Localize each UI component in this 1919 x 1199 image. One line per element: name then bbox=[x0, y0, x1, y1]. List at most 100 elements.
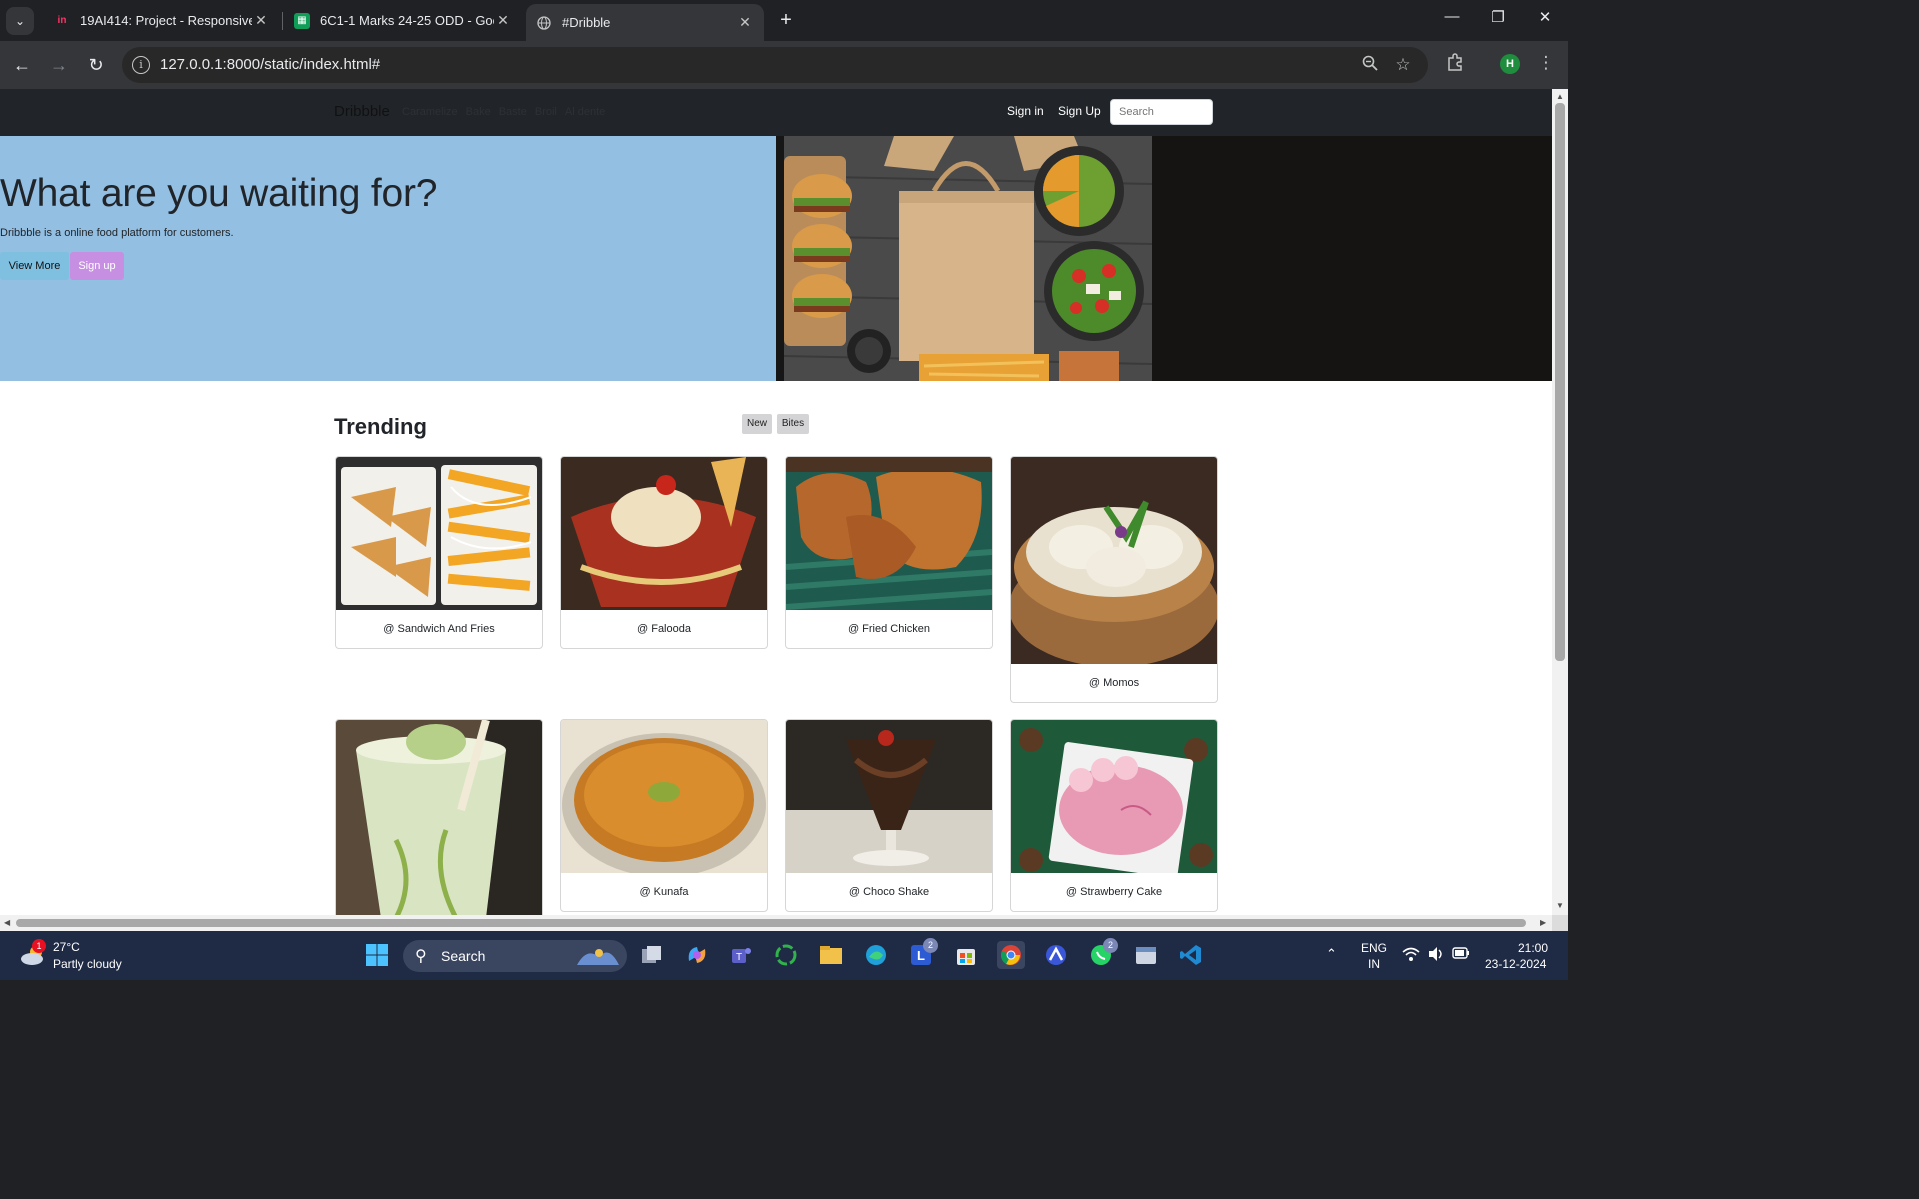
arc-app-icon[interactable] bbox=[1042, 941, 1070, 969]
invision-icon: in bbox=[57, 15, 67, 26]
language-region[interactable]: IN bbox=[1368, 957, 1380, 971]
food-card[interactable]: @ Fried Chicken bbox=[785, 456, 993, 649]
file-explorer-icon[interactable] bbox=[817, 941, 845, 969]
tab-separator bbox=[282, 12, 283, 30]
tab-dribble[interactable]: #Dribble ✕ bbox=[526, 4, 764, 41]
vertical-scrollbar[interactable]: ▲ ▼ bbox=[1552, 89, 1568, 915]
food-card[interactable] bbox=[335, 719, 543, 915]
tab-project[interactable]: in 19AI414: Project - Responsive W ✕ bbox=[44, 0, 280, 41]
svg-text:T: T bbox=[736, 952, 742, 963]
hero-subtitle: Dribbble is a online food platform for c… bbox=[0, 227, 234, 239]
close-window-icon[interactable]: ✕ bbox=[1533, 8, 1557, 26]
site-nav-links: Caramelize Bake Baste Broil Al dente bbox=[402, 106, 605, 118]
filter-new-button[interactable]: New bbox=[742, 414, 772, 434]
filter-bites-button[interactable]: Bites bbox=[777, 414, 809, 434]
food-card[interactable]: @ Choco Shake bbox=[785, 719, 993, 912]
food-card[interactable]: @ Sandwich And Fries bbox=[335, 456, 543, 649]
nav-link-broil[interactable]: Broil bbox=[535, 106, 557, 118]
site-brand[interactable]: Dribbble bbox=[334, 103, 390, 120]
nav-link-bake[interactable]: Bake bbox=[466, 106, 491, 118]
horizontal-scrollbar[interactable]: ◀ ▶ bbox=[0, 915, 1552, 931]
food-photo bbox=[561, 720, 767, 873]
sign-up-link[interactable]: Sign Up bbox=[1058, 104, 1101, 118]
tab-strip: ⌄ in 19AI414: Project - Responsive W ✕ ▦… bbox=[0, 0, 1568, 41]
clock-date[interactable]: 23-12-2024 bbox=[1485, 957, 1546, 971]
forward-arrow-icon[interactable]: → bbox=[47, 53, 71, 77]
url-text[interactable]: 127.0.0.1:8000/static/index.html# bbox=[160, 56, 380, 73]
extensions-icon[interactable] bbox=[1444, 53, 1466, 76]
volume-icon[interactable] bbox=[1427, 946, 1445, 965]
hero-sign-up-button[interactable]: Sign up bbox=[70, 252, 124, 280]
food-photo bbox=[336, 457, 542, 610]
food-photo bbox=[336, 720, 542, 915]
hero-food-image bbox=[784, 136, 1152, 381]
tab-marks-sheet[interactable]: ▦ 6C1-1 Marks 24-25 ODD - Goo ✕ bbox=[284, 0, 522, 41]
profile-avatar[interactable]: H bbox=[1500, 54, 1520, 74]
back-arrow-icon[interactable]: ← bbox=[10, 53, 34, 77]
clock-time[interactable]: 21:00 bbox=[1518, 941, 1548, 955]
battery-icon[interactable] bbox=[1452, 947, 1470, 962]
food-card[interactable]: @ Momos bbox=[1010, 456, 1218, 703]
browser-toolbar: ← → ↻ i 127.0.0.1:8000/static/index.html… bbox=[0, 41, 1568, 89]
hero-dark-panel bbox=[1152, 136, 1552, 381]
task-view-icon[interactable] bbox=[638, 941, 666, 969]
food-card[interactable]: @ Falooda bbox=[560, 456, 768, 649]
restore-icon[interactable]: ❐ bbox=[1486, 8, 1510, 26]
address-bar[interactable]: i 127.0.0.1:8000/static/index.html# ☆ bbox=[122, 47, 1428, 83]
tab-search-chevron-icon[interactable]: ⌄ bbox=[6, 7, 34, 35]
food-photo bbox=[786, 720, 992, 873]
food-card[interactable]: @ Kunafa bbox=[560, 719, 768, 912]
wifi-icon[interactable] bbox=[1402, 946, 1420, 965]
teams-icon[interactable]: T bbox=[727, 941, 755, 969]
view-more-button[interactable]: View More bbox=[0, 252, 69, 280]
weather-condition[interactable]: Partly cloudy bbox=[53, 957, 122, 971]
vscode-icon[interactable] bbox=[1177, 941, 1205, 969]
scroll-right-icon[interactable]: ▶ bbox=[1540, 918, 1546, 927]
hero-section: What are you waiting for? Dribbble is a … bbox=[0, 136, 776, 381]
scroll-thumb[interactable] bbox=[1555, 103, 1565, 661]
bookmark-star-icon[interactable]: ☆ bbox=[1393, 55, 1413, 75]
reload-icon[interactable]: ↻ bbox=[84, 53, 108, 77]
food-card-caption: @ Choco Shake bbox=[848, 886, 930, 898]
nav-link-caramelize[interactable]: Caramelize bbox=[402, 106, 458, 118]
scroll-left-icon[interactable]: ◀ bbox=[4, 918, 10, 927]
store-icon[interactable] bbox=[952, 941, 980, 969]
show-hidden-icons-chevron-icon[interactable]: ⌃ bbox=[1326, 946, 1337, 962]
new-tab-button[interactable]: + bbox=[775, 9, 797, 31]
site-info-icon[interactable]: i bbox=[132, 56, 150, 74]
chrome-icon[interactable] bbox=[997, 941, 1025, 969]
zoom-icon[interactable] bbox=[1360, 55, 1380, 76]
food-card-caption: @ Fried Chicken bbox=[847, 623, 931, 635]
windows-start-icon[interactable] bbox=[363, 941, 391, 969]
minimize-icon[interactable]: — bbox=[1440, 8, 1464, 25]
scroll-up-icon[interactable]: ▲ bbox=[1552, 92, 1568, 101]
food-photo bbox=[1011, 457, 1217, 664]
scrollbar-corner bbox=[1552, 915, 1568, 931]
tab-close-icon[interactable]: ✕ bbox=[736, 14, 754, 31]
language-indicator[interactable]: ENG bbox=[1361, 941, 1387, 955]
food-card-caption: @ Kunafa bbox=[639, 886, 689, 898]
weather-temperature[interactable]: 27°C bbox=[53, 940, 80, 954]
sign-in-link[interactable]: Sign in bbox=[1007, 104, 1044, 118]
tab-close-icon[interactable]: ✕ bbox=[494, 12, 512, 29]
page-viewport: Dribbble Caramelize Bake Baste Broil Al … bbox=[0, 89, 1552, 915]
site-navbar: Dribbble Caramelize Bake Baste Broil Al … bbox=[0, 89, 1552, 136]
taskbar-search[interactable]: ⚲ Search bbox=[403, 940, 627, 972]
weather-badge: 1 bbox=[32, 939, 46, 953]
food-card[interactable]: @ Strawberry Cake bbox=[1010, 719, 1218, 912]
nav-link-al-dente[interactable]: Al dente bbox=[565, 106, 605, 118]
tab-close-icon[interactable]: ✕ bbox=[252, 12, 270, 29]
site-search-input[interactable] bbox=[1110, 99, 1213, 125]
edge-icon[interactable] bbox=[862, 941, 890, 969]
scroll-down-icon[interactable]: ▼ bbox=[1552, 901, 1568, 910]
food-photo bbox=[1011, 720, 1217, 873]
sheets-icon: ▦ bbox=[294, 12, 310, 29]
copilot-icon[interactable] bbox=[683, 941, 711, 969]
nav-link-baste[interactable]: Baste bbox=[499, 106, 527, 118]
notepad-icon[interactable] bbox=[1132, 941, 1160, 969]
circle-app-icon[interactable] bbox=[772, 941, 800, 969]
scroll-thumb[interactable] bbox=[16, 919, 1526, 927]
hero-title: What are you waiting for? bbox=[0, 172, 438, 215]
menu-kebab-icon[interactable]: ⋮ bbox=[1535, 53, 1557, 73]
taskbar-search-label: Search bbox=[441, 948, 486, 964]
